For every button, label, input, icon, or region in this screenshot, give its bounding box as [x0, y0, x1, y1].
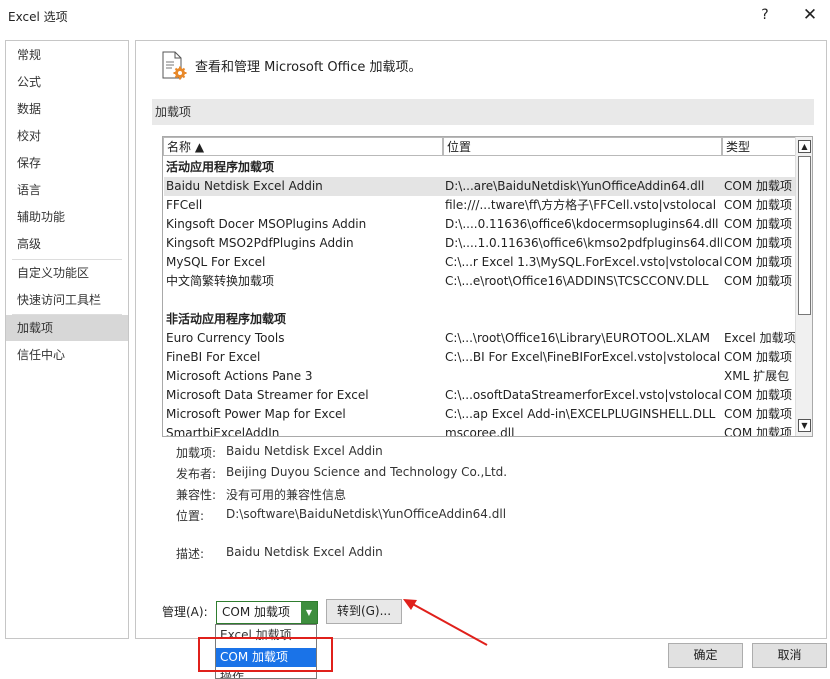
addin-location: C:\...BI For Excel\FineBIForExcel.vsto|v…: [445, 350, 721, 364]
window-title: Excel 选项: [8, 10, 68, 24]
goto-button[interactable]: 转到(G)...: [326, 599, 402, 624]
detail-publisher-value: Beijing Duyou Science and Technology Co.…: [226, 465, 508, 479]
scroll-up-arrow-icon[interactable]: ▲: [798, 140, 811, 153]
detail-addin-label: 加载项:: [176, 446, 217, 460]
detail-addin-value: Baidu Netdisk Excel Addin: [226, 444, 383, 458]
addin-location: C:\...r Excel 1.3\MySQL.ForExcel.vsto|vs…: [445, 255, 722, 269]
annotation-highlight-box: [198, 637, 333, 672]
addin-name: Baidu Netdisk Excel Addin: [166, 179, 323, 193]
page-header: 查看和管理 Microsoft Office 加载项。: [195, 60, 422, 75]
table-row[interactable]: Baidu Netdisk Excel Addin D:\...are\Baid…: [164, 177, 795, 196]
annotation-arrow-icon: [403, 599, 488, 646]
addin-location: file:///...tware\ff\方方格子\FFCell.vsto|vst…: [445, 198, 717, 212]
detail-location-label: 位置:: [176, 509, 205, 523]
nav-item-accessibility[interactable]: 辅助功能: [6, 204, 128, 230]
addin-location: D:\...are\BaiduNetdisk\YunOfficeAddin64.…: [445, 179, 705, 193]
table-row[interactable]: Microsoft Actions Pane 3 XML 扩展包: [164, 367, 795, 386]
close-button[interactable]: ✕: [797, 4, 823, 26]
addin-type: COM 加载项: [724, 350, 792, 364]
column-header-name[interactable]: 名称 ▲: [163, 137, 443, 156]
table-row[interactable]: Microsoft Power Map for Excel C:\...ap E…: [164, 405, 795, 424]
nav-item-language[interactable]: 语言: [6, 177, 128, 203]
addin-name: FFCell: [166, 198, 203, 212]
title-bar: Excel 选项 ? ✕: [0, 0, 830, 32]
manage-combo[interactable]: COM 加载项 ▼: [216, 601, 318, 624]
nav-item-general[interactable]: 常规: [6, 42, 128, 68]
table-scrollbar[interactable]: ▲ ▼: [795, 137, 812, 436]
column-header-type[interactable]: 类型: [722, 137, 796, 156]
table-row[interactable]: Euro Currency Tools C:\...\root\Office16…: [164, 329, 796, 348]
addin-name: Microsoft Actions Pane 3: [166, 369, 313, 383]
addin-name: Euro Currency Tools: [166, 331, 285, 345]
addin-name: 中文简繁转换加载项: [166, 274, 275, 288]
addin-name: MySQL For Excel: [166, 255, 266, 269]
nav-item-quick-access-toolbar[interactable]: 快速访问工具栏: [6, 287, 128, 313]
addin-location: C:\...e\root\Office16\ADDINS\TCSCCONV.DL…: [445, 274, 709, 288]
detail-publisher-label: 发布者:: [176, 467, 217, 481]
detail-desc-value: Baidu Netdisk Excel Addin: [226, 545, 383, 559]
addin-location: mscoree.dll: [445, 426, 515, 437]
nav-item-trust-center[interactable]: 信任中心: [6, 342, 128, 368]
nav-item-data[interactable]: 数据: [6, 96, 128, 122]
cancel-button[interactable]: 取消: [752, 643, 827, 668]
detail-location-value: D:\software\BaiduNetdisk\YunOfficeAddin6…: [226, 507, 507, 521]
addin-name: Kingsoft MSO2PdfPlugins Addin: [166, 236, 354, 250]
addins-gear-document-icon: [162, 51, 187, 80]
addin-type: COM 加载项: [724, 274, 792, 288]
addin-location: D:\....1.0.11636\office6\kmso2pdfplugins…: [445, 236, 722, 250]
addin-type: COM 加载项: [724, 217, 792, 231]
nav-item-formulas[interactable]: 公式: [6, 69, 128, 95]
chevron-down-icon[interactable]: ▼: [301, 602, 317, 623]
addin-type: COM 加载项: [724, 236, 792, 250]
addin-name: FineBI For Excel: [166, 350, 261, 364]
addin-name: Kingsoft Docer MSOPlugins Addin: [166, 217, 367, 231]
detail-desc-label: 描述:: [176, 547, 205, 561]
nav-item-proofing[interactable]: 校对: [6, 123, 128, 149]
table-row[interactable]: FineBI For Excel C:\...BI For Excel\Fine…: [164, 348, 795, 367]
table-row[interactable]: 中文简繁转换加载项 C:\...e\root\Office16\ADDINS\T…: [164, 272, 795, 291]
help-button[interactable]: ?: [752, 4, 778, 26]
nav-item-save[interactable]: 保存: [6, 150, 128, 176]
addin-type: COM 加载项: [724, 407, 792, 421]
detail-compat-label: 兼容性:: [176, 488, 217, 502]
addin-name: Microsoft Power Map for Excel: [166, 407, 346, 421]
nav-item-customize-ribbon[interactable]: 自定义功能区: [6, 260, 128, 286]
addin-location: D:\....0.11636\office6\kdocermsoplugins6…: [445, 217, 719, 231]
addin-type: XML 扩展包: [724, 369, 790, 383]
addin-type: COM 加载项: [724, 179, 792, 193]
nav-item-addins[interactable]: 加载项: [6, 315, 128, 341]
addin-type: COM 加载项: [724, 255, 792, 269]
ok-button[interactable]: 确定: [668, 643, 743, 668]
section-title: 加载项: [152, 99, 814, 125]
table-row[interactable]: Kingsoft MSO2PdfPlugins Addin D:\....1.0…: [164, 234, 795, 253]
options-nav: 常规 公式 数据 校对 保存 语言 辅助功能 高级 自定义功能区 快速访问工具栏…: [5, 40, 129, 639]
addins-table[interactable]: 名称 ▲ 位置 类型 活动应用程序加载项 Baidu Netdisk Excel…: [162, 136, 813, 437]
addin-location: C:\...osoftDataStreamerforExcel.vsto|vst…: [445, 388, 722, 402]
table-row[interactable]: Kingsoft Docer MSOPlugins Addin D:\....0…: [164, 215, 795, 234]
addin-type: COM 加载项: [724, 388, 792, 402]
column-header-location[interactable]: 位置: [443, 137, 722, 156]
manage-combo-value: COM 加载项: [222, 605, 290, 619]
addin-location: C:\...ap Excel Add-in\EXCELPLUGINSHELL.D…: [445, 407, 716, 421]
addin-name: SmartbiExcelAddIn: [166, 426, 280, 437]
table-row[interactable]: MySQL For Excel C:\...r Excel 1.3\MySQL.…: [164, 253, 795, 272]
nav-item-advanced[interactable]: 高级: [6, 231, 128, 257]
group-inactive-addins: 非活动应用程序加载项: [166, 312, 287, 326]
addin-type: Excel 加载项: [724, 331, 796, 345]
table-row[interactable]: Microsoft Data Streamer for Excel C:\...…: [164, 386, 795, 405]
scroll-down-arrow-icon[interactable]: ▼: [798, 419, 811, 432]
addin-name: Microsoft Data Streamer for Excel: [166, 388, 369, 402]
manage-label: 管理(A):: [162, 605, 208, 619]
addin-type: COM 加载项: [724, 426, 792, 437]
addin-type: COM 加载项: [724, 198, 792, 212]
addin-location: C:\...\root\Office16\Library\EUROTOOL.XL…: [445, 331, 711, 345]
table-row[interactable]: SmartbiExcelAddIn mscoree.dll COM 加载项: [164, 424, 795, 437]
scroll-thumb[interactable]: [798, 156, 811, 315]
table-row[interactable]: FFCell file:///...tware\ff\方方格子\FFCell.v…: [164, 196, 795, 215]
detail-compat-value: 没有可用的兼容性信息: [226, 488, 347, 502]
group-active-addins: 活动应用程序加载项: [166, 160, 275, 174]
addins-panel: 查看和管理 Microsoft Office 加载项。 加载项 名称 ▲ 位置 …: [135, 40, 827, 639]
